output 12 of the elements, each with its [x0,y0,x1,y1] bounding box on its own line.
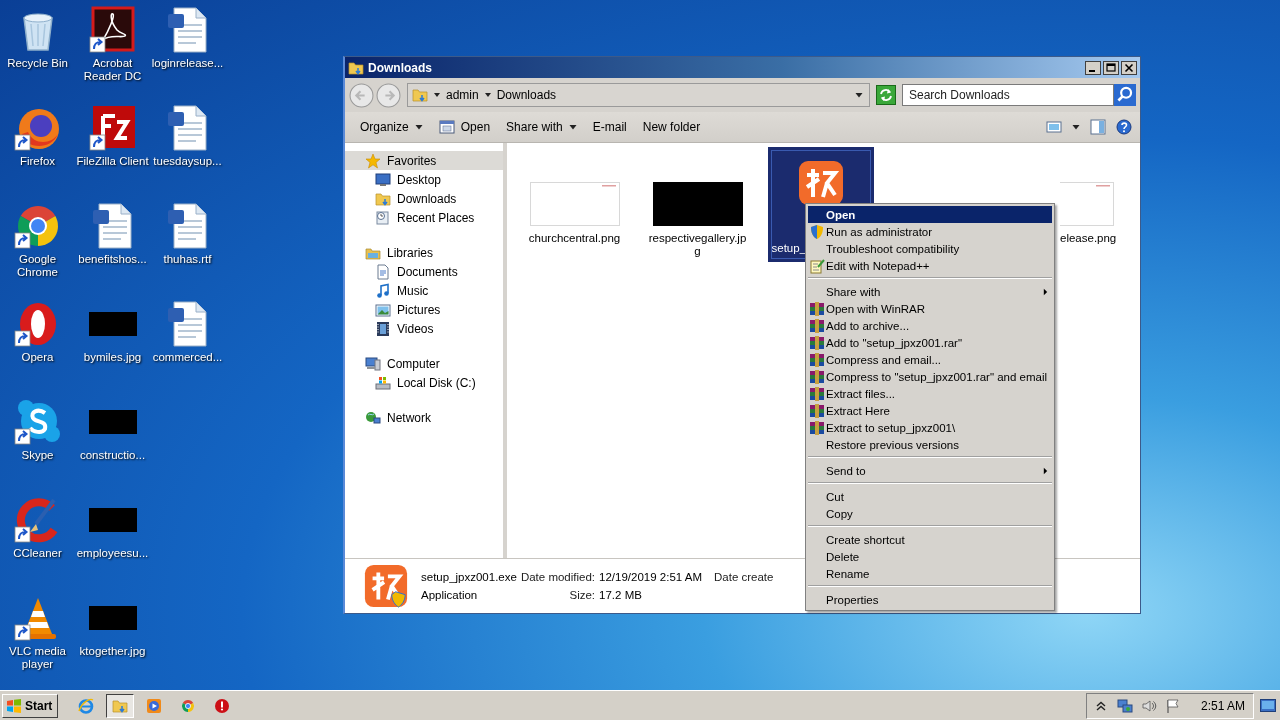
field-value: 17.2 MB [599,589,643,601]
window-title: Downloads [368,60,432,75]
field-value: 12/19/2019 2:51 AM [599,571,702,583]
file-name: respectivegallery.jpg [648,232,747,258]
field-label: Date modified: [520,571,596,583]
field-label: Date create [714,571,774,583]
file-name: setup_ [771,242,807,256]
file-name: churchcentral.png [528,232,621,246]
file-name: elease.png [1060,232,1117,246]
field-label: Size: [568,589,596,601]
file-type: Application [421,589,479,601]
file-name: setup_jpxz001.exe [421,571,517,583]
